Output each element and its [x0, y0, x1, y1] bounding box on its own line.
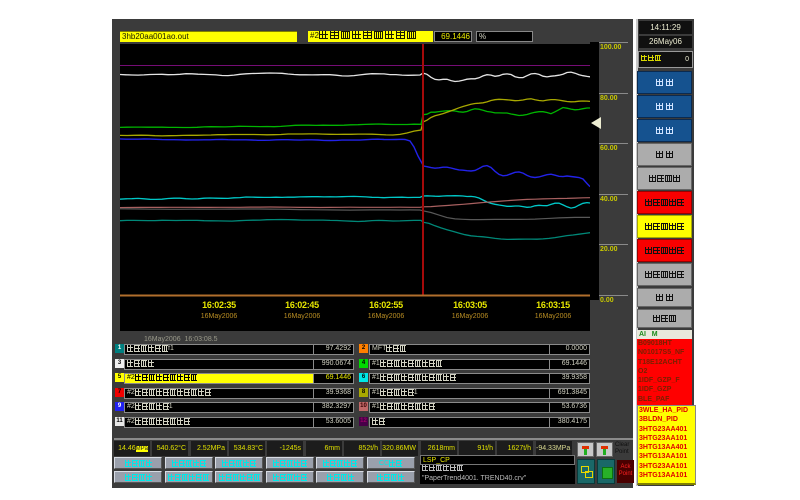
svg-text:16:02:55: 16:02:55	[369, 300, 403, 310]
svg-text:16:03:05: 16:03:05	[453, 300, 487, 310]
svg-text:16:02:35: 16:02:35	[202, 300, 236, 310]
svg-text:16May2006: 16May2006	[201, 313, 238, 320]
svg-text:16:03:15: 16:03:15	[536, 300, 570, 310]
svg-text:16May2006: 16May2006	[284, 313, 321, 320]
svg-text:16May2006: 16May2006	[452, 313, 489, 320]
svg-text:16May2006: 16May2006	[535, 313, 572, 320]
svg-text:16:02:45: 16:02:45	[285, 300, 319, 310]
svg-text:16May2006: 16May2006	[368, 313, 405, 320]
